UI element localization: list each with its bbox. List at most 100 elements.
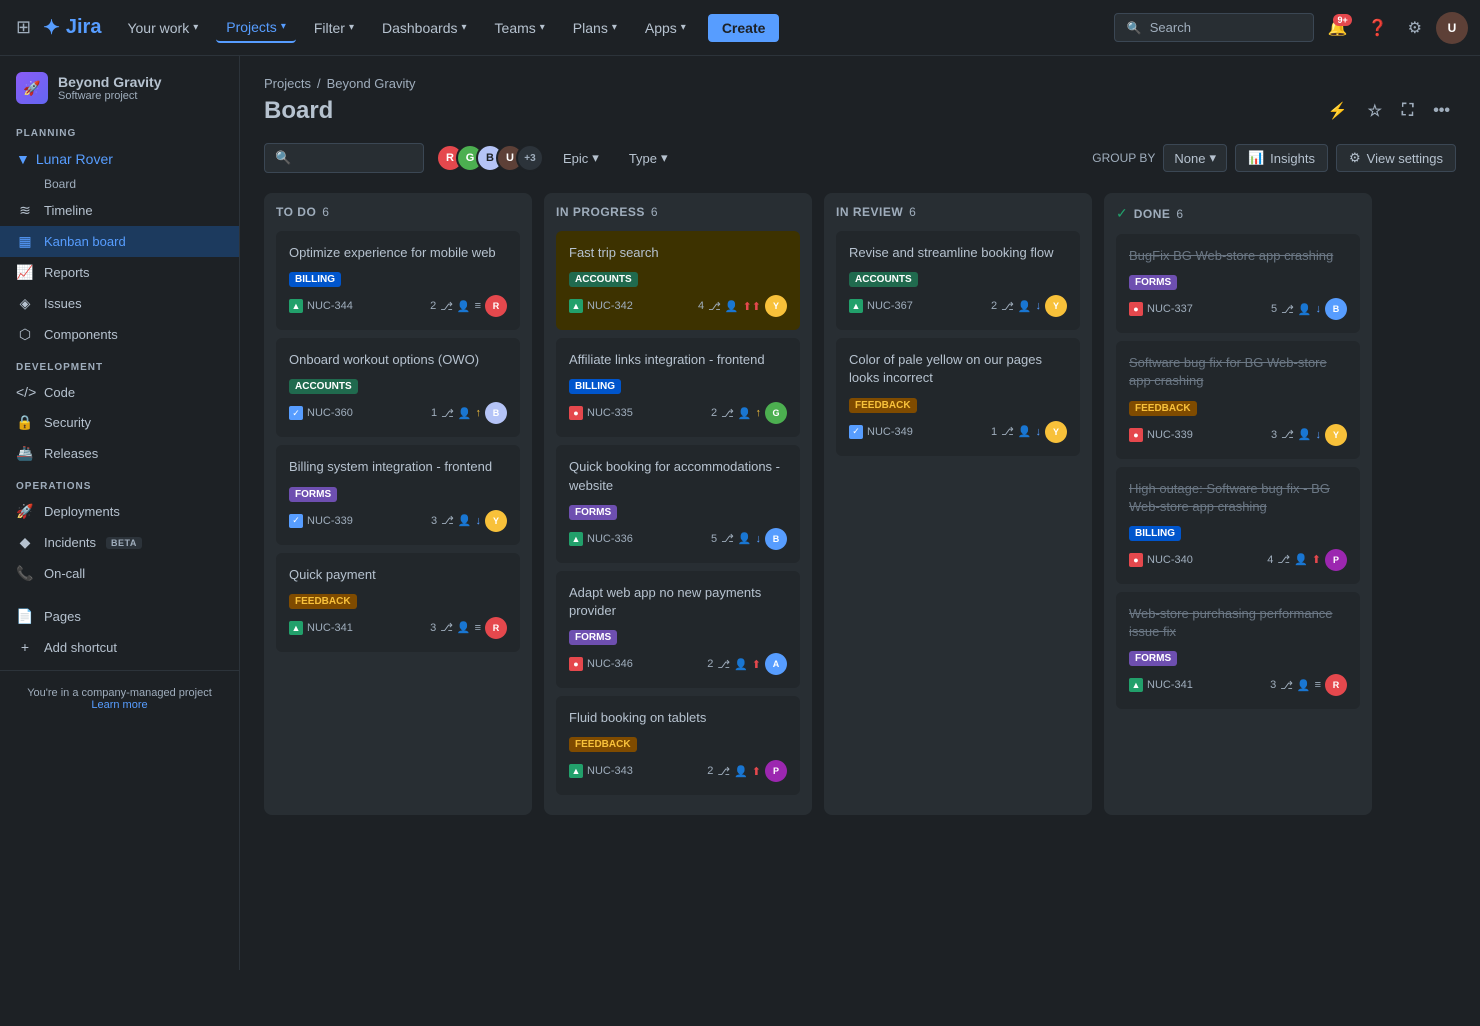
sidebar-item-timeline[interactable]: ≋ Timeline (0, 195, 239, 226)
search-bar[interactable]: 🔍 Search (1114, 13, 1314, 42)
column-header: IN REVIEW 6 (836, 205, 1080, 219)
title-actions: ⚡ ☆ ⛶ ••• (1322, 95, 1456, 127)
breadcrumb-projects[interactable]: Projects (264, 76, 311, 91)
card-meta-icons: 5 ⎇ 👤 ↓ B (711, 528, 787, 550)
beta-badge: BETA (106, 537, 142, 549)
user-avatar[interactable]: U (1436, 12, 1468, 44)
priority-icon: ⬆ (752, 658, 761, 671)
sidebar-item-security[interactable]: 🔒 Security (0, 407, 239, 438)
grid-icon[interactable]: ⊞ (12, 13, 35, 42)
notifications-button[interactable]: 🔔 9+ (1322, 12, 1354, 44)
people-icon: 👤 (725, 300, 739, 313)
nav-plans[interactable]: Plans ▾ (563, 14, 627, 42)
nav-projects[interactable]: Projects ▾ (216, 13, 296, 43)
card[interactable]: Quick payment FEEDBACK ▲ NUC-341 3 ⎇ 👤 ≡… (276, 553, 520, 652)
card[interactable]: Optimize experience for mobile web BILLI… (276, 231, 520, 330)
people-icon: 👤 (738, 532, 752, 545)
card[interactable]: Software bug fix for BG Web-store app cr… (1116, 341, 1360, 458)
breadcrumb-project[interactable]: Beyond Gravity (327, 76, 416, 91)
card[interactable]: Fluid booking on tablets FEEDBACK ▲ NUC-… (556, 696, 800, 795)
sidebar-item-releases[interactable]: 🚢 Releases (0, 438, 239, 469)
sidebar-item-code[interactable]: </> Code (0, 377, 239, 407)
board-search-input[interactable] (297, 151, 413, 166)
timeline-label: Timeline (44, 203, 93, 218)
sidebar-item-oncall[interactable]: 📞 On-call (0, 558, 239, 589)
nav-teams[interactable]: Teams ▾ (485, 14, 555, 42)
sidebar-item-deployments[interactable]: 🚀 Deployments (0, 496, 239, 527)
create-button[interactable]: Create (708, 14, 780, 42)
card-meta-icons: 4 ⎇ 👤 ⬆⬆ Y (698, 295, 787, 317)
card-num-value: 3 (1270, 679, 1276, 691)
people-icon: 👤 (738, 407, 752, 420)
card[interactable]: Billing system integration - frontend FO… (276, 445, 520, 544)
star-icon[interactable]: ☆ (1362, 95, 1388, 127)
issues-label: Issues (44, 296, 82, 311)
card-num-value: 2 (707, 658, 713, 670)
card[interactable]: Revise and streamline booking flow ACCOU… (836, 231, 1080, 330)
card-meta-icons: 3 ⎇ 👤 ↓ Y (1271, 424, 1347, 446)
people-icon: 👤 (1018, 300, 1032, 313)
card-number: NUC-344 (307, 300, 353, 312)
card[interactable]: Affiliate links integration - frontend B… (556, 338, 800, 437)
card[interactable]: BugFix BG Web-store app crashing FORMS ●… (1116, 234, 1360, 333)
column-header: IN PROGRESS 6 (556, 205, 800, 219)
card-number: NUC-336 (587, 533, 633, 545)
avatar-more[interactable]: +3 (516, 144, 544, 172)
card[interactable]: High outage: Software bug fix - BG Web-s… (1116, 467, 1360, 584)
story-icon: ▲ (849, 299, 863, 313)
card[interactable]: Fast trip search ACCOUNTS ▲ NUC-342 4 ⎇ … (556, 231, 800, 330)
sidebar-item-kanban[interactable]: ▦ Kanban board (0, 226, 239, 257)
group-by-select[interactable]: None ▾ (1163, 144, 1227, 172)
type-filter[interactable]: Type ▾ (618, 144, 679, 172)
project-info: Beyond Gravity Software project (58, 74, 223, 102)
sidebar-item-lunar-rover[interactable]: ▼ Lunar Rover (0, 143, 239, 175)
sidebar-item-pages[interactable]: 📄 Pages (0, 601, 239, 632)
flash-icon[interactable]: ⚡ (1322, 95, 1354, 127)
priority-icon: ↓ (1036, 300, 1042, 312)
search-icon: 🔍 (275, 150, 291, 166)
sidebar-item-reports[interactable]: 📈 Reports (0, 257, 239, 288)
card-id: ▲ NUC-341 (289, 621, 353, 635)
nav-your-work[interactable]: Your work ▾ (117, 14, 208, 42)
sidebar-item-add-shortcut[interactable]: + Add shortcut (0, 632, 239, 662)
nav-dashboards[interactable]: Dashboards ▾ (372, 14, 477, 42)
learn-more-link[interactable]: Learn more (91, 699, 147, 711)
expand-icon[interactable]: ⛶ (1396, 96, 1419, 126)
card-tag: FEEDBACK (289, 594, 357, 609)
story-icon: ▲ (1129, 678, 1143, 692)
bug-icon: ● (569, 406, 583, 420)
card[interactable]: Color of pale yellow on our pages looks … (836, 338, 1080, 455)
more-icon[interactable]: ••• (1427, 96, 1456, 126)
insights-button[interactable]: 📊 Insights (1235, 144, 1328, 172)
nav-filter[interactable]: Filter ▾ (304, 14, 364, 42)
story-icon: ▲ (289, 299, 303, 313)
sidebar-item-components[interactable]: ⬡ Components (0, 319, 239, 350)
nav-apps[interactable]: Apps ▾ (635, 14, 696, 42)
people-icon: 👤 (1294, 553, 1308, 566)
branch-icon: ⎇ (1281, 428, 1294, 441)
column-title: DONE (1134, 207, 1171, 221)
priority-icon: ↓ (1316, 429, 1322, 441)
board-search[interactable]: 🔍 (264, 143, 424, 173)
sidebar-item-incidents[interactable]: ◆ Incidents BETA (0, 527, 239, 558)
column-count: 6 (909, 205, 916, 219)
card-num-value: 1 (431, 407, 437, 419)
chevron-down-icon: ▾ (1209, 150, 1216, 166)
card-meta: ✓ NUC-339 3 ⎇ 👤 ↓ Y (289, 510, 507, 532)
epic-filter[interactable]: Epic ▾ (552, 144, 610, 172)
view-settings-button[interactable]: ⚙ View settings (1336, 144, 1456, 172)
sidebar-item-issues[interactable]: ◈ Issues (0, 288, 239, 319)
card[interactable]: Onboard workout options (OWO) ACCOUNTS ✓… (276, 338, 520, 437)
card-meta-icons: 3 ⎇ 👤 ↓ Y (431, 510, 507, 532)
settings-button[interactable]: ⚙ (1402, 12, 1428, 44)
card-meta-icons: 5 ⎇ 👤 ↓ B (1271, 298, 1347, 320)
card[interactable]: Web-store purchasing performance issue f… (1116, 592, 1360, 709)
help-button[interactable]: ❓ (1362, 12, 1394, 44)
project-type: Software project (58, 90, 223, 102)
card[interactable]: Quick booking for accommodations - websi… (556, 445, 800, 562)
card[interactable]: Adapt web app no new payments provider F… (556, 571, 800, 688)
operations-label: OPERATIONS (0, 469, 239, 496)
logo[interactable]: ✦ Jira (43, 15, 101, 40)
card-title: Software bug fix for BG Web-store app cr… (1129, 354, 1347, 390)
card-id: ● NUC-337 (1129, 302, 1193, 316)
